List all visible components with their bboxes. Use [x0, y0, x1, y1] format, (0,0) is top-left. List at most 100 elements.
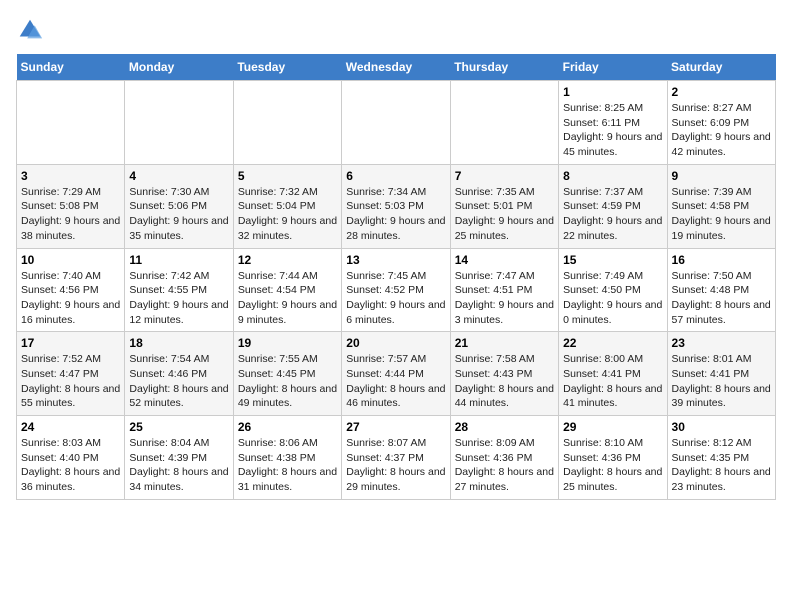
day-info: Sunrise: 8:06 AM Sunset: 4:38 PM Dayligh… [238, 436, 337, 495]
calendar-day-cell [342, 81, 450, 165]
calendar-day-cell: 16 Sunrise: 7:50 AM Sunset: 4:48 PM Dayli… [667, 248, 775, 332]
day-number: 7 [455, 169, 554, 183]
day-number: 30 [672, 420, 771, 434]
day-number: 17 [21, 336, 120, 350]
day-number: 12 [238, 253, 337, 267]
calendar-day-cell: 18 Sunrise: 7:54 AM Sunset: 4:46 PM Dayli… [125, 332, 233, 416]
day-info: Sunrise: 8:12 AM Sunset: 4:35 PM Dayligh… [672, 436, 771, 495]
day-of-week-header: Wednesday [342, 54, 450, 81]
day-info: Sunrise: 7:44 AM Sunset: 4:54 PM Dayligh… [238, 269, 337, 328]
day-of-week-header: Thursday [450, 54, 558, 81]
day-number: 9 [672, 169, 771, 183]
day-number: 19 [238, 336, 337, 350]
day-number: 11 [129, 253, 228, 267]
day-number: 23 [672, 336, 771, 350]
day-number: 26 [238, 420, 337, 434]
day-info: Sunrise: 8:09 AM Sunset: 4:36 PM Dayligh… [455, 436, 554, 495]
day-info: Sunrise: 8:04 AM Sunset: 4:39 PM Dayligh… [129, 436, 228, 495]
calendar-day-cell: 28 Sunrise: 8:09 AM Sunset: 4:36 PM Dayli… [450, 416, 558, 500]
day-info: Sunrise: 7:54 AM Sunset: 4:46 PM Dayligh… [129, 352, 228, 411]
calendar-week-row: 10Sunrise: 7:40 AM Sunset: 4:56 PM Dayli… [17, 248, 776, 332]
calendar-day-cell: 13Sunrise: 7:45 AM Sunset: 4:52 PM Dayli… [342, 248, 450, 332]
calendar-day-cell: 12 Sunrise: 7:44 AM Sunset: 4:54 PM Dayli… [233, 248, 341, 332]
day-number: 10 [21, 253, 120, 267]
calendar-day-cell: 27 Sunrise: 8:07 AM Sunset: 4:37 PM Dayli… [342, 416, 450, 500]
day-info: Sunrise: 8:07 AM Sunset: 4:37 PM Dayligh… [346, 436, 445, 495]
calendar-day-cell: 5 Sunrise: 7:32 AM Sunset: 5:04 PM Daylig… [233, 164, 341, 248]
calendar-day-cell: 23 Sunrise: 8:01 AM Sunset: 4:41 PM Dayli… [667, 332, 775, 416]
day-number: 22 [563, 336, 662, 350]
day-info: Sunrise: 7:35 AM Sunset: 5:01 PM Dayligh… [455, 185, 554, 244]
day-info: Sunrise: 8:01 AM Sunset: 4:41 PM Dayligh… [672, 352, 771, 411]
day-number: 14 [455, 253, 554, 267]
calendar-day-cell [450, 81, 558, 165]
day-info: Sunrise: 8:25 AM Sunset: 6:11 PM Dayligh… [563, 101, 662, 160]
day-info: Sunrise: 7:32 AM Sunset: 5:04 PM Dayligh… [238, 185, 337, 244]
day-info: Sunrise: 7:30 AM Sunset: 5:06 PM Dayligh… [129, 185, 228, 244]
calendar-day-cell: 24 Sunrise: 8:03 AM Sunset: 4:40 PM Dayli… [17, 416, 125, 500]
day-number: 3 [21, 169, 120, 183]
day-number: 18 [129, 336, 228, 350]
day-info: Sunrise: 7:58 AM Sunset: 4:43 PM Dayligh… [455, 352, 554, 411]
day-number: 2 [672, 85, 771, 99]
day-info: Sunrise: 7:42 AM Sunset: 4:55 PM Dayligh… [129, 269, 228, 328]
day-number: 29 [563, 420, 662, 434]
calendar-day-cell: 3 Sunrise: 7:29 AM Sunset: 5:08 PM Daylig… [17, 164, 125, 248]
calendar-day-cell: 29Sunrise: 8:10 AM Sunset: 4:36 PM Dayli… [559, 416, 667, 500]
calendar-day-cell: 9 Sunrise: 7:39 AM Sunset: 4:58 PM Daylig… [667, 164, 775, 248]
day-info: Sunrise: 7:39 AM Sunset: 4:58 PM Dayligh… [672, 185, 771, 244]
day-of-week-header: Friday [559, 54, 667, 81]
day-info: Sunrise: 7:57 AM Sunset: 4:44 PM Dayligh… [346, 352, 445, 411]
day-info: Sunrise: 7:52 AM Sunset: 4:47 PM Dayligh… [21, 352, 120, 411]
day-info: Sunrise: 8:03 AM Sunset: 4:40 PM Dayligh… [21, 436, 120, 495]
calendar-day-cell: 6 Sunrise: 7:34 AM Sunset: 5:03 PM Daylig… [342, 164, 450, 248]
calendar-day-cell: 11 Sunrise: 7:42 AM Sunset: 4:55 PM Dayli… [125, 248, 233, 332]
day-number: 1 [563, 85, 662, 99]
day-number: 8 [563, 169, 662, 183]
calendar-day-cell: 26 Sunrise: 8:06 AM Sunset: 4:38 PM Dayli… [233, 416, 341, 500]
day-of-week-header: Tuesday [233, 54, 341, 81]
calendar-day-cell: 2 Sunrise: 8:27 AM Sunset: 6:09 PM Daylig… [667, 81, 775, 165]
day-number: 5 [238, 169, 337, 183]
day-number: 16 [672, 253, 771, 267]
calendar-day-cell [233, 81, 341, 165]
calendar-day-cell: 4 Sunrise: 7:30 AM Sunset: 5:06 PM Daylig… [125, 164, 233, 248]
day-number: 21 [455, 336, 554, 350]
logo-icon [16, 16, 44, 44]
calendar-day-cell: 1 Sunrise: 8:25 AM Sunset: 6:11 PM Daylig… [559, 81, 667, 165]
calendar-table: SundayMondayTuesdayWednesdayThursdayFrid… [16, 54, 776, 500]
calendar-week-row: 1 Sunrise: 8:25 AM Sunset: 6:11 PM Daylig… [17, 81, 776, 165]
calendar-day-cell: 8 Sunrise: 7:37 AM Sunset: 4:59 PM Daylig… [559, 164, 667, 248]
calendar-day-cell: 22 Sunrise: 8:00 AM Sunset: 4:41 PM Dayli… [559, 332, 667, 416]
day-of-week-header: Saturday [667, 54, 775, 81]
day-number: 25 [129, 420, 228, 434]
calendar-day-cell: 25 Sunrise: 8:04 AM Sunset: 4:39 PM Dayli… [125, 416, 233, 500]
day-info: Sunrise: 7:50 AM Sunset: 4:48 PM Dayligh… [672, 269, 771, 328]
calendar-day-cell: 10Sunrise: 7:40 AM Sunset: 4:56 PM Dayli… [17, 248, 125, 332]
day-info: Sunrise: 8:00 AM Sunset: 4:41 PM Dayligh… [563, 352, 662, 411]
day-number: 6 [346, 169, 445, 183]
day-info: Sunrise: 7:37 AM Sunset: 4:59 PM Dayligh… [563, 185, 662, 244]
day-number: 4 [129, 169, 228, 183]
day-of-week-header: Sunday [17, 54, 125, 81]
calendar-week-row: 24 Sunrise: 8:03 AM Sunset: 4:40 PM Dayli… [17, 416, 776, 500]
calendar-day-cell: 19 Sunrise: 7:55 AM Sunset: 4:45 PM Dayli… [233, 332, 341, 416]
calendar-day-cell: 14 Sunrise: 7:47 AM Sunset: 4:51 PM Dayli… [450, 248, 558, 332]
day-info: Sunrise: 7:47 AM Sunset: 4:51 PM Dayligh… [455, 269, 554, 328]
day-info: Sunrise: 7:55 AM Sunset: 4:45 PM Dayligh… [238, 352, 337, 411]
day-of-week-header: Monday [125, 54, 233, 81]
day-number: 27 [346, 420, 445, 434]
calendar-day-cell [125, 81, 233, 165]
calendar-week-row: 3 Sunrise: 7:29 AM Sunset: 5:08 PM Daylig… [17, 164, 776, 248]
day-number: 24 [21, 420, 120, 434]
page-header [16, 16, 776, 44]
day-info: Sunrise: 8:27 AM Sunset: 6:09 PM Dayligh… [672, 101, 771, 160]
day-info: Sunrise: 7:34 AM Sunset: 5:03 PM Dayligh… [346, 185, 445, 244]
day-info: Sunrise: 7:29 AM Sunset: 5:08 PM Dayligh… [21, 185, 120, 244]
day-info: Sunrise: 7:45 AM Sunset: 4:52 PM Dayligh… [346, 269, 445, 328]
day-number: 28 [455, 420, 554, 434]
calendar-week-row: 17 Sunrise: 7:52 AM Sunset: 4:47 PM Dayli… [17, 332, 776, 416]
calendar-day-cell: 30 Sunrise: 8:12 AM Sunset: 4:35 PM Dayli… [667, 416, 775, 500]
day-number: 20 [346, 336, 445, 350]
calendar-day-cell: 7 Sunrise: 7:35 AM Sunset: 5:01 PM Daylig… [450, 164, 558, 248]
